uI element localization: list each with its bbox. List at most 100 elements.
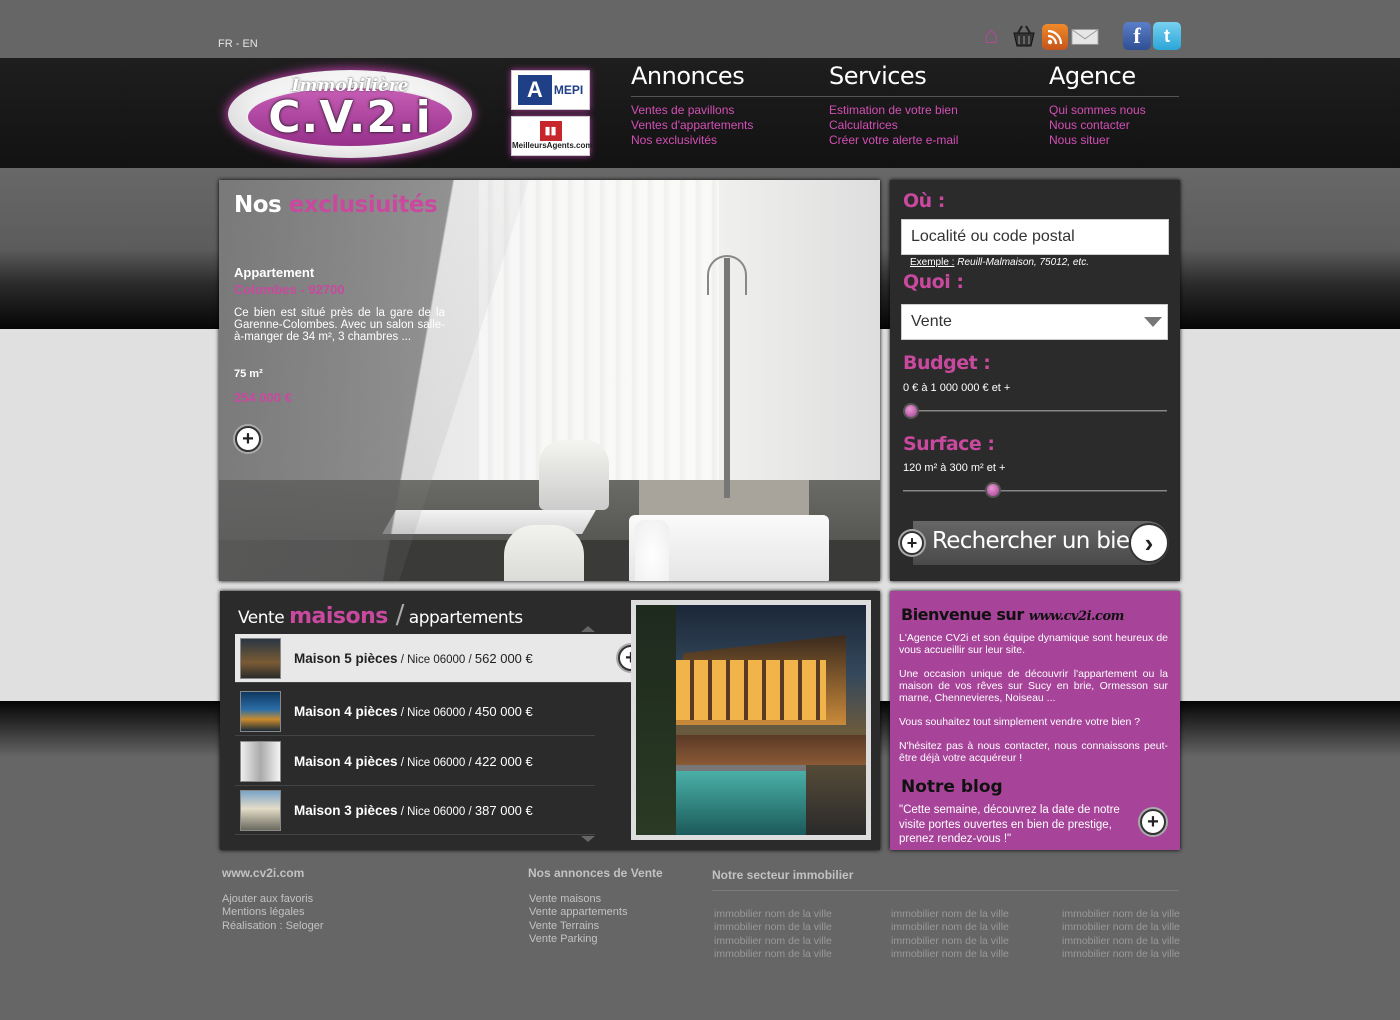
twitter-icon[interactable]: t	[1153, 22, 1181, 50]
menu-link-calculatrices[interactable]: Calculatrices	[829, 118, 1049, 133]
scroll-up-icon[interactable]	[581, 626, 595, 632]
welcome-title: Bienvenue sur www.cv2i.com	[901, 605, 1124, 624]
welcome-site: www.cv2i.com	[1028, 609, 1125, 624]
footer-city-link[interactable]: immobilier nom de la ville	[1062, 908, 1180, 921]
listing-price: 422 000 €	[474, 754, 533, 769]
listing-title-vente: Vente	[238, 608, 290, 628]
blog-quote: "Cette semaine, découvrez la date de not…	[899, 804, 1120, 845]
listing-row[interactable]: Maison 3 pièces / Nice 06000 / 387 000 €	[235, 786, 595, 835]
meilleurs-agents-icon: ▮▮	[539, 121, 562, 141]
footer-city-link[interactable]: immobilier nom de la ville	[891, 908, 1009, 921]
footer-city-link[interactable]: immobilier nom de la ville	[891, 935, 1009, 948]
listing-row[interactable]: Maison 5 pièces / Nice 06000 / 562 000 €	[235, 634, 631, 683]
home-icon[interactable]: ⌂	[977, 22, 1005, 50]
footer-city-link[interactable]: immobilier nom de la ville	[714, 935, 832, 948]
footer-link-mentions[interactable]: Mentions légales	[222, 906, 324, 919]
footer-secteur-col: immobilier nom de la ville immobilier no…	[1062, 908, 1180, 962]
language-switcher: FR - EN	[218, 38, 258, 50]
menu-link-nos-exclusivites[interactable]: Nos exclusivités	[631, 133, 829, 148]
footer-city-link[interactable]: immobilier nom de la ville	[714, 948, 832, 961]
budget-slider-handle[interactable]	[903, 403, 919, 419]
listing-name: Maison 5 pièces	[294, 651, 398, 666]
welcome-paragraph: N'hésitez pas à nous contacter, nous con…	[899, 740, 1168, 764]
exclusive-hero-image[interactable]	[219, 180, 880, 581]
footer-city-link[interactable]: immobilier nom de la ville	[1062, 921, 1180, 934]
transaction-select[interactable]: Vente	[901, 304, 1168, 340]
hero-more-button[interactable]: +	[235, 426, 261, 452]
lang-en[interactable]: EN	[242, 38, 257, 50]
amepi-logo[interactable]: A MEPI	[511, 70, 590, 110]
scroll-down-icon[interactable]	[581, 836, 595, 842]
surface-slider-track[interactable]	[903, 490, 1167, 492]
basket-icon[interactable]	[1010, 22, 1038, 50]
listing-thumbnail	[240, 691, 281, 732]
menu-link-ventes-appartements[interactable]: Ventes d'appartements	[631, 118, 829, 133]
example-text: Reuill-Malmaison, 75012, etc.	[954, 257, 1089, 268]
meilleurs-agents-logo[interactable]: ▮▮ MeilleursAgents.com	[511, 116, 592, 156]
surface-slider-handle[interactable]	[984, 482, 1001, 498]
welcome-paragraph: L'Agence CV2i et son équipe dynamique so…	[899, 632, 1168, 656]
menu-link-alerte-email[interactable]: Créer votre alerte e-mail	[829, 133, 1049, 148]
search-button-label: Rechercher un bien	[932, 528, 1144, 554]
listing-price: 450 000 €	[474, 704, 533, 719]
rss-icon[interactable]	[1042, 24, 1068, 50]
hero-title: Nos exclusiuités	[234, 192, 438, 218]
listing-row[interactable]: Maison 4 pièces / Nice 06000 / 422 000 €	[235, 737, 595, 786]
listing-name: Maison 4 pièces	[294, 704, 398, 719]
where-label: Où :	[903, 190, 945, 212]
footer-city-link[interactable]: immobilier nom de la ville	[891, 921, 1009, 934]
footer-link-vente-maisons[interactable]: Vente maisons	[529, 893, 627, 906]
footer-city-link[interactable]: immobilier nom de la ville	[714, 908, 832, 921]
footer-city-link[interactable]: immobilier nom de la ville	[891, 948, 1009, 961]
example-label: Exemple :	[910, 257, 955, 268]
menu-link-ventes-pavillons[interactable]: Ventes de pavillons	[631, 103, 829, 118]
menu-link-nous-contacter[interactable]: Nous contacter	[1049, 118, 1179, 133]
footer-link-vente-appartements[interactable]: Vente appartements	[529, 906, 627, 919]
listing-title: Vente maisons / appartements	[238, 600, 523, 630]
menu-services-title[interactable]: Services	[829, 62, 1049, 97]
lang-fr[interactable]: FR	[218, 38, 233, 50]
listing-thumbnail	[240, 790, 281, 831]
hero-title-white: Nos	[234, 192, 289, 218]
footer-link-vente-parking[interactable]: Vente Parking	[529, 933, 627, 946]
chevron-down-icon[interactable]	[1144, 317, 1162, 327]
menu-annonces-title[interactable]: Annonces	[631, 62, 829, 97]
hero-property-type: Appartement	[234, 265, 315, 280]
footer-secteur-title: Notre secteur immobilier	[712, 868, 854, 882]
menu-agence: Agence Qui sommes nous Nous contacter No…	[1049, 62, 1179, 148]
hero-city: Colombes - 92700	[234, 282, 345, 297]
footer-secteur-col: immobilier nom de la ville immobilier no…	[714, 908, 832, 962]
listing-preview-photo[interactable]	[631, 600, 871, 840]
facebook-icon[interactable]: f	[1123, 22, 1151, 50]
listing-row[interactable]: Maison 4 pièces / Nice 06000 / 450 000 €	[235, 687, 595, 736]
footer-city-link[interactable]: immobilier nom de la ville	[1062, 935, 1180, 948]
mail-icon[interactable]	[1071, 22, 1099, 50]
blog-more-button[interactable]: +	[1140, 809, 1166, 835]
lang-separator: -	[232, 38, 243, 50]
plus-icon[interactable]: +	[900, 531, 924, 555]
footer-link-favoris[interactable]: Ajouter aux favoris	[222, 893, 324, 906]
listing-tab-maisons[interactable]: maisons	[289, 604, 388, 629]
footer-city-link[interactable]: immobilier nom de la ville	[714, 921, 832, 934]
chevron-right-icon[interactable]: ›	[1129, 523, 1169, 563]
hero-price: 254 000 €	[234, 390, 292, 405]
listing-location: / Nice 06000 /	[397, 806, 475, 818]
footer-link-vente-terrains[interactable]: Vente Terrains	[529, 920, 627, 933]
footer-link-realisation[interactable]: Réalisation : Seloger	[222, 920, 324, 933]
menu-services: Services Estimation de votre bien Calcul…	[829, 62, 1049, 148]
welcome-paragraph: Une occasion unique de découvrir l'appar…	[899, 668, 1168, 704]
menu-agence-title[interactable]: Agence	[1049, 62, 1179, 97]
footer-city-link[interactable]: immobilier nom de la ville	[1062, 948, 1180, 961]
location-example: Exemple : Reuill-Malmaison, 75012, etc.	[910, 257, 1089, 268]
budget-slider-track[interactable]	[903, 410, 1167, 412]
listing-name: Maison 3 pièces	[294, 803, 398, 818]
menu-link-qui-sommes-nous[interactable]: Qui sommes nous	[1049, 103, 1179, 118]
menu-link-nous-situer[interactable]: Nous situer	[1049, 133, 1179, 148]
hero-area: 75 m²	[234, 368, 263, 380]
location-input[interactable]: Localité ou code postal	[901, 219, 1169, 255]
listing-tab-appartements[interactable]: appartements	[404, 608, 523, 628]
menu-link-estimation[interactable]: Estimation de votre bien	[829, 103, 1049, 118]
hero-description: Ce bien est situé près de la gare de la …	[234, 307, 445, 343]
hero-title-pink: exclusiuités	[288, 192, 438, 218]
listing-location: / Nice 06000 /	[397, 654, 475, 666]
